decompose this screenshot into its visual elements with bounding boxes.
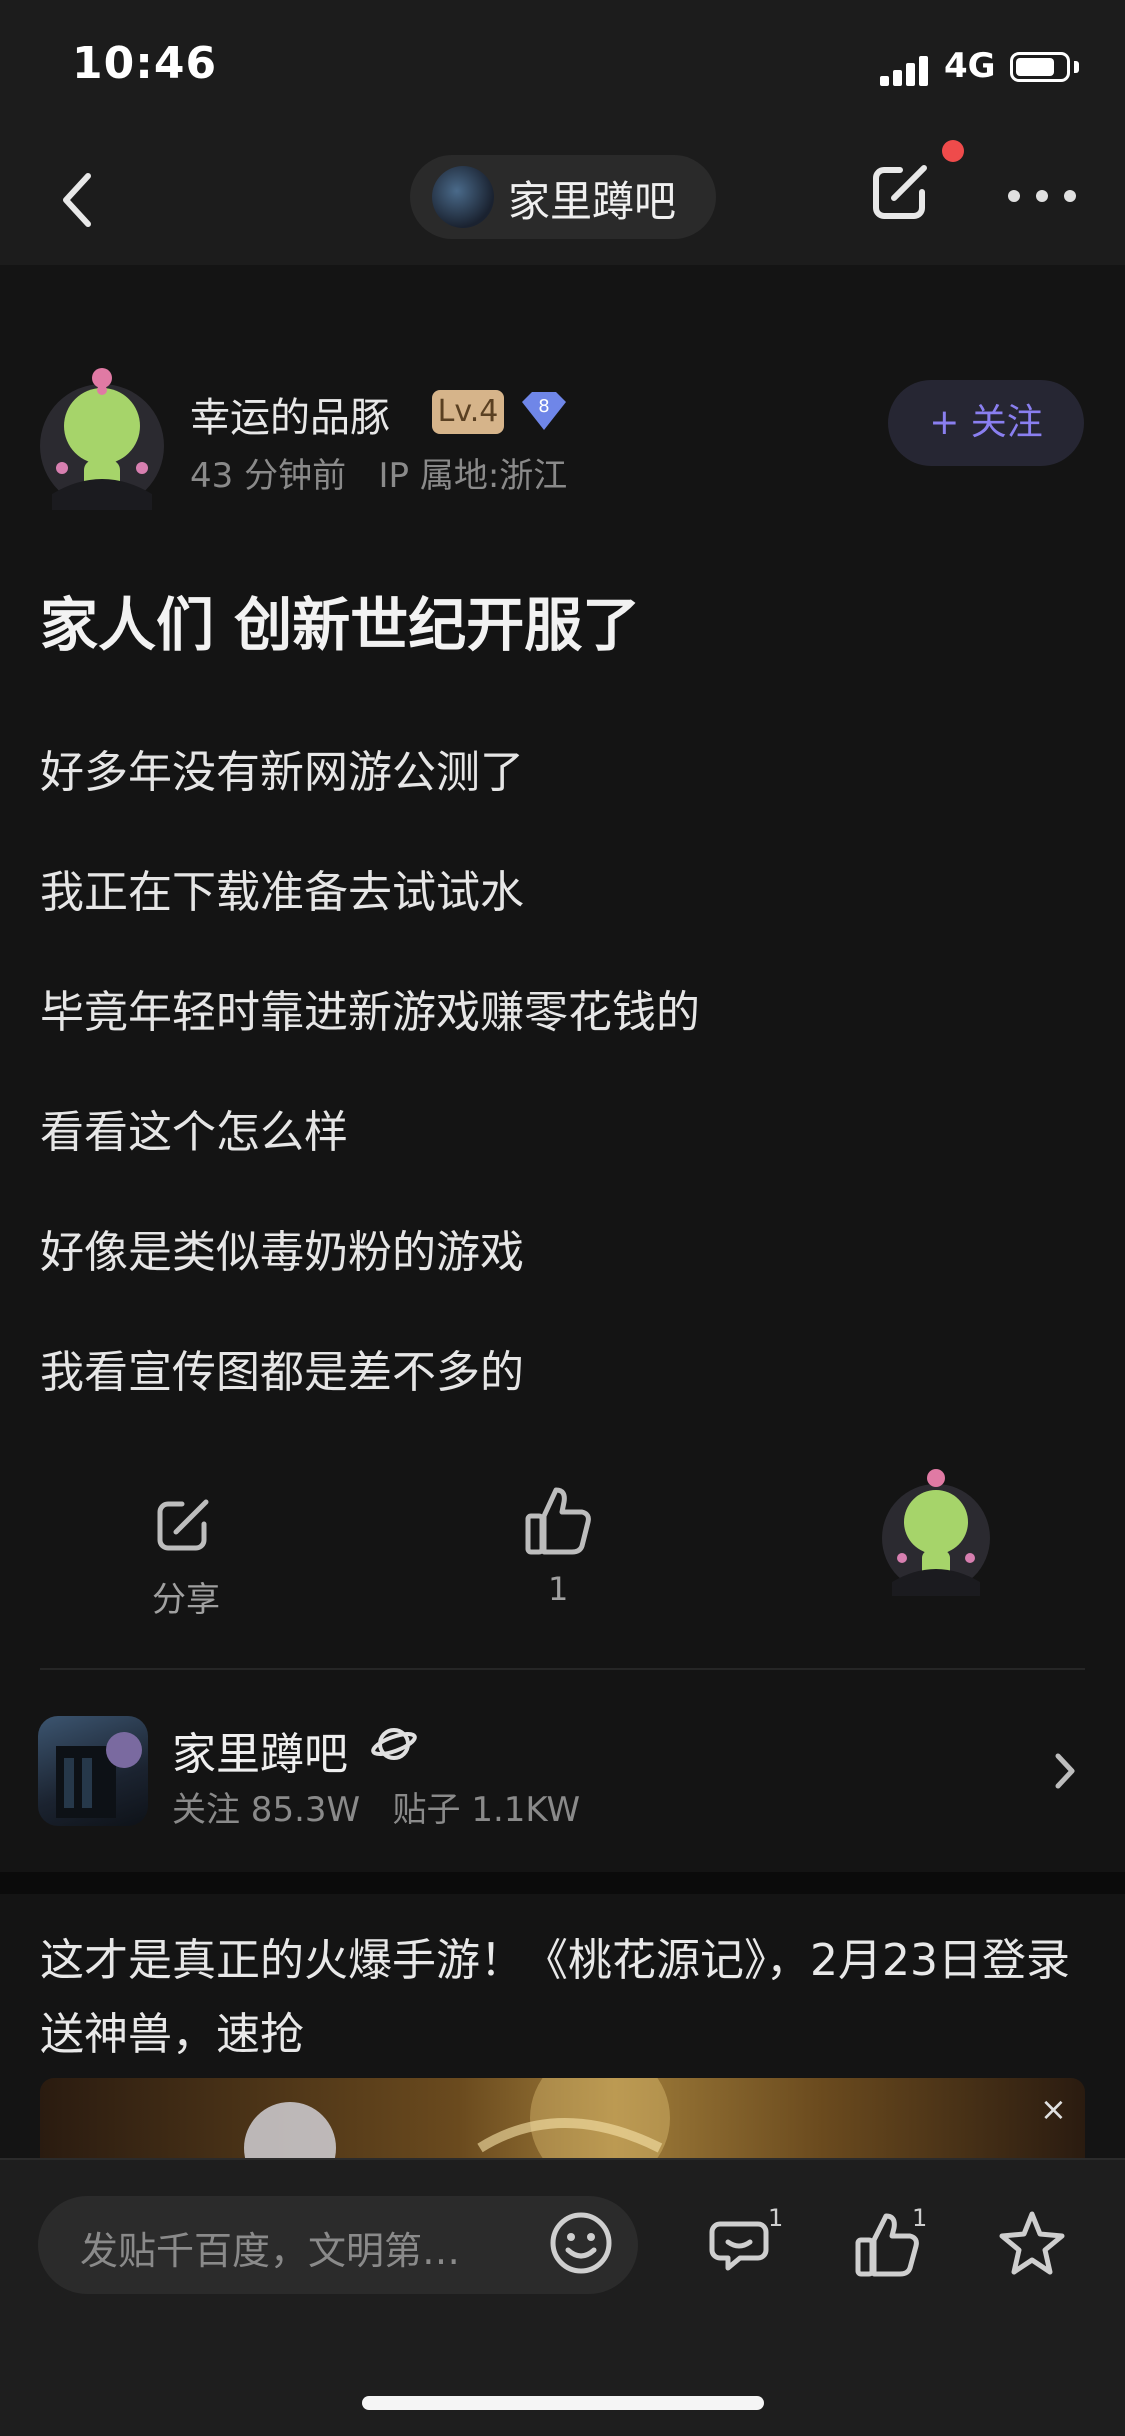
planet-icon bbox=[370, 1720, 418, 1768]
notification-dot bbox=[942, 140, 964, 162]
thumbs-up-icon bbox=[525, 1487, 591, 1555]
post-line: 毕竟年轻时靠进新游戏赚零花钱的 bbox=[40, 987, 700, 1038]
forum-pill-name[interactable]: 家里蹲吧 bbox=[508, 168, 676, 229]
author-name[interactable]: 幸运的品豚 bbox=[190, 385, 390, 443]
thumbs-up-icon: 1 bbox=[855, 2204, 927, 2277]
author-avatar[interactable] bbox=[38, 364, 166, 510]
ad-close-button[interactable]: × bbox=[1040, 2090, 1067, 2128]
back-button[interactable] bbox=[50, 160, 110, 240]
chevron-left-icon bbox=[63, 173, 91, 227]
section-divider bbox=[0, 1872, 1125, 1894]
signal-icon bbox=[880, 52, 932, 86]
share-icon bbox=[157, 1499, 209, 1551]
home-indicator[interactable] bbox=[362, 2396, 764, 2410]
chevron-right-icon bbox=[1055, 1753, 1075, 1789]
comment-badge: 1 bbox=[768, 2206, 782, 2232]
comment-button[interactable]: 1 bbox=[706, 2204, 783, 2282]
ad-banner-image[interactable] bbox=[40, 2078, 1085, 2158]
battery-icon bbox=[1010, 52, 1070, 82]
follow-button[interactable]: + 关注 bbox=[888, 380, 1084, 466]
favorite-button[interactable] bbox=[994, 2206, 1070, 2282]
comment-placeholder: 发贴千百度，文明第… bbox=[80, 2229, 461, 2273]
share-edit-icon bbox=[873, 165, 927, 219]
post-line: 好多年没有新网游公测了 bbox=[40, 747, 524, 798]
avatar-illustration bbox=[40, 368, 164, 510]
status-time: 10:46 bbox=[72, 38, 218, 89]
more-dots-icon bbox=[1008, 190, 1020, 202]
battery-fill bbox=[1016, 58, 1054, 76]
share-label: 分享 bbox=[152, 1580, 220, 1620]
comment-icon: 1 bbox=[709, 2204, 783, 2271]
level-badge: Lv.4 bbox=[432, 390, 504, 434]
divider bbox=[40, 1668, 1085, 1670]
forum-avatar-small bbox=[432, 166, 494, 228]
forum-avatar[interactable] bbox=[38, 1716, 148, 1826]
more-button[interactable] bbox=[1002, 186, 1082, 210]
diamond-icon: 8 bbox=[522, 392, 566, 430]
post-line: 我正在下载准备去试试水 bbox=[40, 867, 524, 918]
battery-tip bbox=[1074, 61, 1079, 73]
emoji-icon bbox=[550, 2212, 612, 2274]
like-count: 1 bbox=[548, 1570, 569, 1608]
post-title: 家人们 创新世纪开服了 bbox=[40, 591, 641, 659]
forum-name[interactable]: 家里蹲吧 bbox=[172, 1718, 348, 1782]
post-meta: 43 分钟前 IP 属地:浙江 bbox=[190, 456, 568, 496]
post-line: 好像是类似毒奶粉的游戏 bbox=[40, 1227, 524, 1278]
like-badge: 1 bbox=[912, 2206, 927, 2232]
gem-badge: 8 bbox=[516, 388, 572, 434]
forum-enter-button[interactable] bbox=[1050, 1746, 1080, 1796]
gem-level: 8 bbox=[538, 396, 549, 417]
forum-stats: 关注 85.3W 贴子 1.1KW bbox=[172, 1790, 581, 1830]
network-type: 4G bbox=[944, 46, 996, 86]
liker-avatar[interactable] bbox=[880, 1466, 992, 1596]
share-edit-button[interactable] bbox=[864, 152, 940, 228]
share-button[interactable] bbox=[148, 1488, 220, 1560]
post-line: 我看宣传图都是差不多的 bbox=[40, 1347, 524, 1398]
post-line: 看看这个怎么样 bbox=[40, 1107, 348, 1158]
avatar-illustration bbox=[882, 1469, 990, 1596]
like-button[interactable] bbox=[522, 1482, 594, 1558]
emoji-button[interactable] bbox=[548, 2210, 614, 2276]
star-icon bbox=[999, 2211, 1065, 2275]
ad-title[interactable]: 这才是真正的火爆手游！《桃花源记》，2月23日登录送神兽，速抢 bbox=[40, 1924, 1085, 2072]
like-bottom-button[interactable]: 1 bbox=[852, 2204, 928, 2282]
